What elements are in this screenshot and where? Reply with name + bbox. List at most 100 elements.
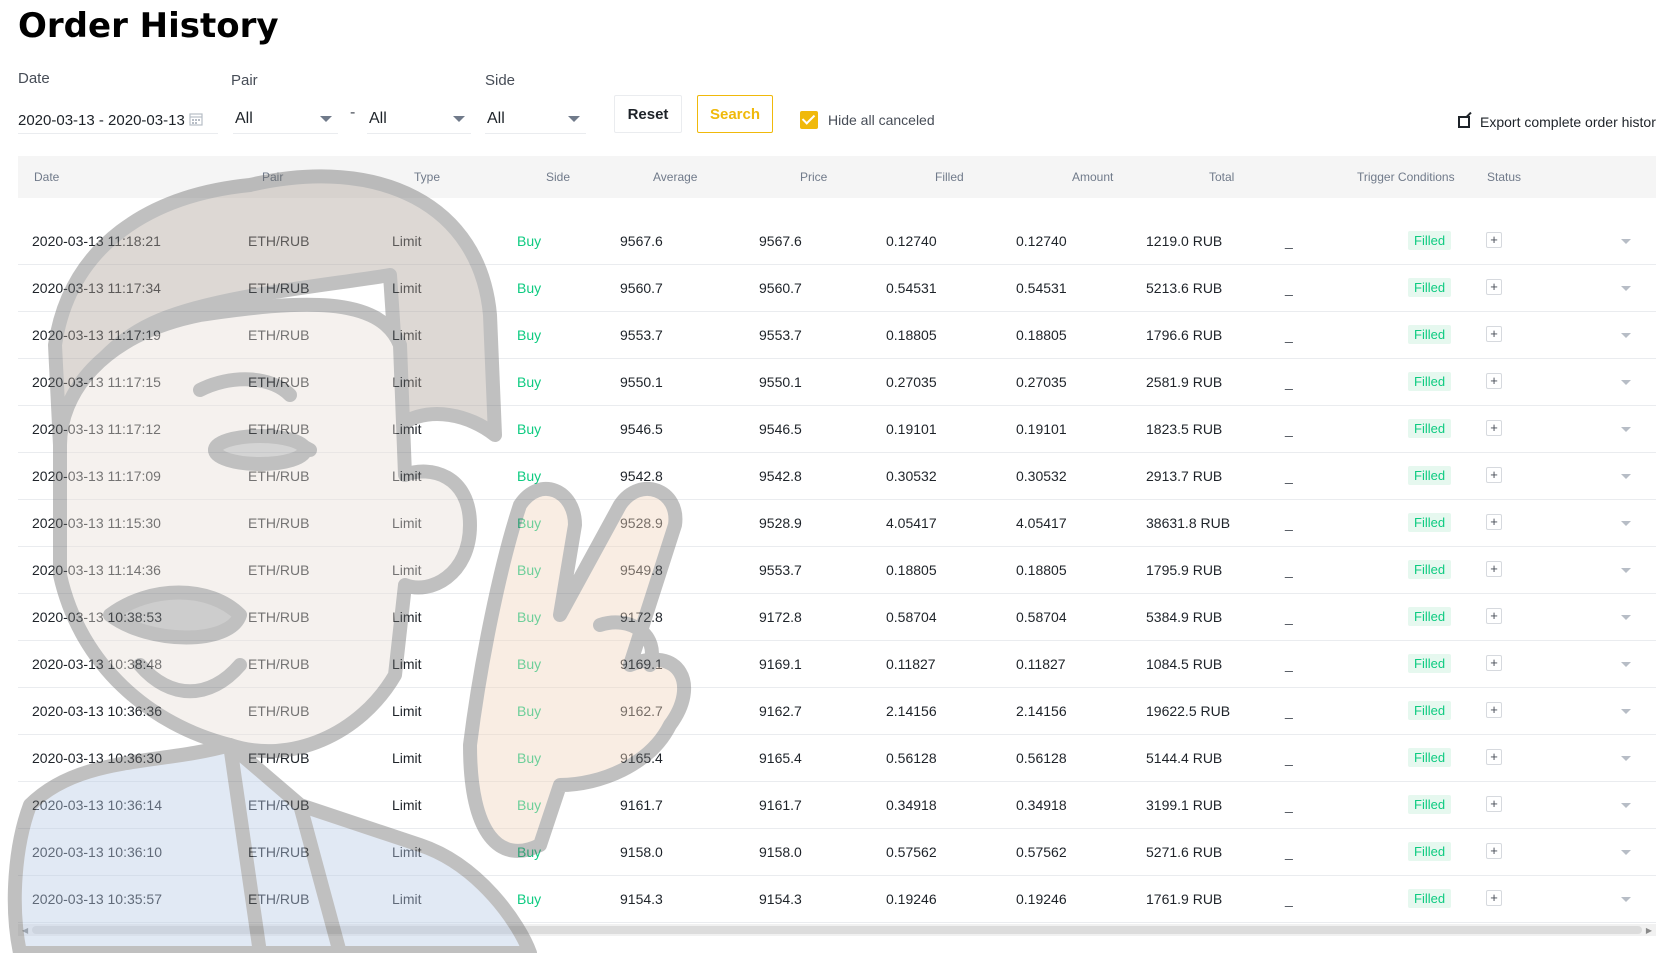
checkbox-checked-icon[interactable]: [800, 111, 818, 129]
caret-down-icon[interactable]: [1621, 521, 1631, 526]
side-select[interactable]: All: [485, 104, 586, 134]
row-filled: 0.19101: [886, 421, 937, 437]
plus-icon[interactable]: +: [1486, 467, 1502, 483]
row-date: 2020-03-13 10:36:10: [32, 844, 162, 860]
date-range-picker[interactable]: 2020-03-13 - 2020-03-13: [18, 108, 218, 134]
page-title: Order History: [18, 6, 279, 46]
row-date: 2020-03-13 11:17:15: [32, 374, 161, 390]
row-average: 9553.7: [620, 327, 663, 343]
plus-icon[interactable]: +: [1486, 655, 1502, 671]
plus-icon[interactable]: +: [1486, 232, 1502, 248]
table-row[interactable]: 2020-03-13 10:35:57 ETH/RUB Limit Buy 9154.3…: [18, 876, 1656, 923]
row-average: 9162.7: [620, 703, 663, 719]
plus-icon[interactable]: +: [1486, 702, 1502, 718]
row-date: 2020-03-13 11:18:21: [32, 233, 161, 249]
table-row[interactable]: 2020-03-13 11:15:30 ETH/RUB Limit Buy 9528.9…: [18, 500, 1656, 547]
export-order-history-link[interactable]: Export complete order history: [1458, 114, 1656, 130]
plus-icon[interactable]: +: [1486, 326, 1502, 342]
row-date: 2020-03-13 10:38:48: [32, 656, 162, 672]
search-button[interactable]: Search: [697, 95, 773, 133]
row-pair: ETH/RUB: [248, 327, 310, 343]
caret-down-icon[interactable]: [1621, 427, 1631, 432]
row-amount: 0.19246: [1016, 891, 1067, 907]
row-amount: 0.30532: [1016, 468, 1067, 484]
row-trigger: _: [1285, 844, 1293, 860]
row-amount: 0.12740: [1016, 233, 1067, 249]
row-date: 2020-03-13 11:17:19: [32, 327, 161, 343]
table-row[interactable]: 2020-03-13 10:36:10 ETH/RUB Limit Buy 9158.0…: [18, 829, 1656, 876]
row-filled: 0.19246: [886, 891, 937, 907]
table-row[interactable]: 2020-03-13 11:17:15 ETH/RUB Limit Buy 9550.1…: [18, 359, 1656, 406]
plus-icon[interactable]: +: [1486, 843, 1502, 859]
row-trigger: _: [1285, 797, 1293, 813]
plus-icon[interactable]: +: [1486, 420, 1502, 436]
plus-icon[interactable]: +: [1486, 279, 1502, 295]
table-row[interactable]: 2020-03-13 10:38:48 ETH/RUB Limit Buy 9169.1…: [18, 641, 1656, 688]
caret-down-icon[interactable]: [1621, 756, 1631, 761]
row-total: 1823.5 RUB: [1146, 421, 1223, 437]
row-trigger: _: [1285, 891, 1293, 907]
reset-button[interactable]: Reset: [614, 95, 682, 133]
status-badge: Filled: [1408, 560, 1452, 579]
row-price: 9553.7: [759, 327, 802, 343]
pair-separator: -: [350, 104, 356, 121]
row-filled: 0.12740: [886, 233, 937, 249]
caret-down-icon[interactable]: [1621, 380, 1631, 385]
caret-down-icon[interactable]: [1621, 662, 1631, 667]
plus-icon[interactable]: +: [1486, 796, 1502, 812]
scroll-right-icon[interactable]: ▶: [1646, 926, 1652, 935]
plus-icon[interactable]: +: [1486, 890, 1502, 906]
row-side: Buy: [517, 374, 542, 390]
caret-down-icon[interactable]: [1621, 803, 1631, 808]
row-trigger: _: [1285, 609, 1293, 625]
caret-down-icon[interactable]: [1621, 474, 1631, 479]
table-row[interactable]: 2020-03-13 11:17:19 ETH/RUB Limit Buy 9553.7…: [18, 312, 1656, 359]
horizontal-scrollbar[interactable]: ◀ ▶: [18, 924, 1656, 936]
scrollbar-thumb[interactable]: [32, 926, 1642, 934]
scroll-left-icon[interactable]: ◀: [22, 926, 28, 935]
table-row[interactable]: 2020-03-13 11:18:21 ETH/RUB Limit Buy 9567.6…: [18, 218, 1656, 265]
table-row[interactable]: 2020-03-13 10:36:14 ETH/RUB Limit Buy 9161.7…: [18, 782, 1656, 829]
row-total: 5384.9 RUB: [1146, 609, 1223, 625]
row-pair: ETH/RUB: [248, 515, 310, 531]
status-badge: Filled: [1408, 231, 1452, 250]
table-row[interactable]: 2020-03-13 11:17:09 ETH/RUB Limit Buy 9542.8…: [18, 453, 1656, 500]
pair-base-select[interactable]: All: [233, 104, 338, 134]
caret-down-icon[interactable]: [1621, 615, 1631, 620]
hide-canceled-toggle[interactable]: Hide all canceled: [800, 111, 935, 129]
chevron-down-icon: [453, 115, 465, 122]
row-date: 2020-03-13 10:36:30: [32, 750, 162, 766]
row-amount: 2.14156: [1016, 703, 1067, 719]
plus-icon[interactable]: +: [1486, 373, 1502, 389]
plus-icon[interactable]: +: [1486, 749, 1502, 765]
pair-quote-select[interactable]: All: [367, 104, 471, 134]
table-row[interactable]: 2020-03-13 11:14:36 ETH/RUB Limit Buy 9549.8…: [18, 547, 1656, 594]
table-row[interactable]: 2020-03-13 11:17:34 ETH/RUB Limit Buy 9560.7…: [18, 265, 1656, 312]
caret-down-icon[interactable]: [1621, 897, 1631, 902]
caret-down-icon[interactable]: [1621, 239, 1631, 244]
row-type: Limit: [392, 844, 422, 860]
caret-down-icon[interactable]: [1621, 568, 1631, 573]
plus-icon[interactable]: +: [1486, 514, 1502, 530]
row-average: 9567.6: [620, 233, 663, 249]
caret-down-icon[interactable]: [1621, 333, 1631, 338]
table-row[interactable]: 2020-03-13 10:38:53 ETH/RUB Limit Buy 9172.8…: [18, 594, 1656, 641]
plus-icon[interactable]: +: [1486, 561, 1502, 577]
row-average: 9546.5: [620, 421, 663, 437]
col-pair: Pair: [262, 170, 284, 184]
caret-down-icon[interactable]: [1621, 709, 1631, 714]
table-row[interactable]: 2020-03-13 11:17:12 ETH/RUB Limit Buy 9546.5…: [18, 406, 1656, 453]
caret-down-icon[interactable]: [1621, 286, 1631, 291]
row-filled: 0.27035: [886, 374, 937, 390]
row-filled: 4.05417: [886, 515, 937, 531]
col-total: Total: [1209, 170, 1235, 184]
status-badge: Filled: [1408, 607, 1452, 626]
row-date: 2020-03-13 11:15:30: [32, 515, 161, 531]
row-date: 2020-03-13 11:17:09: [32, 468, 161, 484]
row-price: 9172.8: [759, 609, 802, 625]
row-average: 9549.8: [620, 562, 663, 578]
plus-icon[interactable]: +: [1486, 608, 1502, 624]
table-row[interactable]: 2020-03-13 10:36:30 ETH/RUB Limit Buy 9165.4…: [18, 735, 1656, 782]
table-row[interactable]: 2020-03-13 10:36:36 ETH/RUB Limit Buy 9162.7…: [18, 688, 1656, 735]
caret-down-icon[interactable]: [1621, 850, 1631, 855]
